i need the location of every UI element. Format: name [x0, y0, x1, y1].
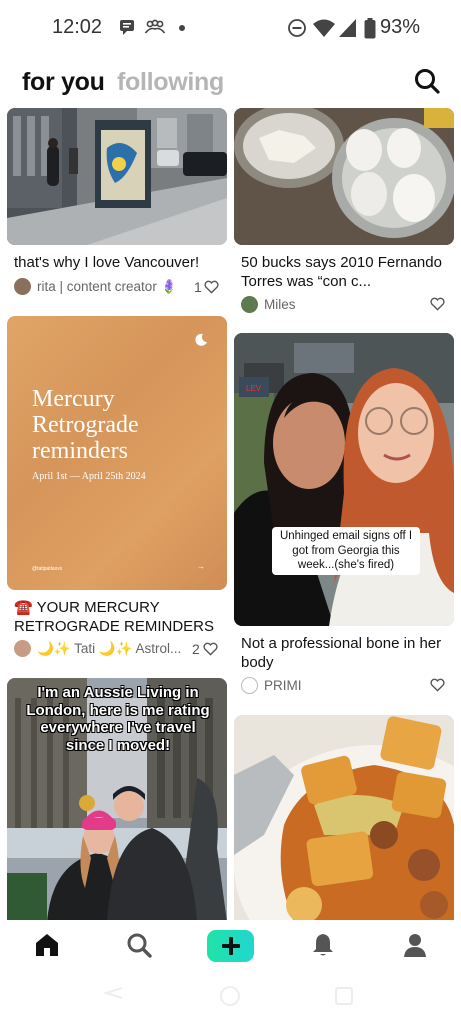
svg-text:LEV: LEV	[246, 384, 262, 393]
post-author[interactable]: PRIMI	[241, 677, 302, 694]
cover-arrow: →	[197, 562, 205, 571]
profile-icon[interactable]	[402, 932, 428, 958]
post-title[interactable]: Not a professional bone in her body	[241, 634, 453, 672]
status-bar: 12:02 93%	[0, 0, 461, 56]
system-nav-buttons-icon	[102, 986, 353, 1006]
post-title[interactable]: 50 bucks says 2010 Fernando Torres was “…	[241, 253, 453, 291]
plus-icon	[221, 937, 240, 955]
post-author[interactable]: rita | content creator 🪻	[14, 278, 177, 295]
avatar	[14, 640, 31, 657]
feed-header: for you following	[0, 60, 461, 106]
heart-icon[interactable]	[203, 642, 218, 656]
do-not-disturb-icon	[288, 19, 306, 37]
cover-title: Mercury Retrograde reminders	[32, 386, 139, 464]
avatar	[241, 677, 258, 694]
cover-handle: @tatipatlaxvs	[32, 566, 63, 572]
like-count: 2	[192, 641, 200, 657]
cellular-signal-icon	[339, 19, 356, 37]
like-count: 1	[194, 279, 202, 295]
wifi-icon	[313, 19, 335, 37]
system-navigation-bar	[0, 976, 461, 1024]
post-thumbnail[interactable]	[7, 108, 227, 245]
post-thumbnail[interactable]: I'm an Aussie Living in London, here is …	[7, 678, 227, 922]
post-author[interactable]: Miles	[241, 296, 296, 313]
post-title[interactable]: that's why I love Vancouver!	[14, 253, 226, 272]
tab-for-you[interactable]: for you	[22, 68, 105, 97]
heart-icon[interactable]	[430, 297, 445, 311]
video-caption: Unhinged email signs off I got from Geor…	[272, 527, 420, 575]
heart-icon[interactable]	[430, 678, 445, 692]
post-thumbnail[interactable]	[234, 715, 454, 922]
bell-icon[interactable]	[311, 932, 335, 958]
post-thumbnail[interactable]: Mercury Retrograde reminders April 1st —…	[7, 316, 227, 590]
search-icon[interactable]	[414, 68, 440, 94]
home-icon[interactable]	[34, 932, 60, 958]
heart-icon[interactable]	[204, 280, 219, 294]
group-notification-icon	[144, 19, 166, 34]
create-post-button[interactable]	[207, 930, 254, 962]
post-author[interactable]: 🌙✨ Tati 🌙✨ Astrol...	[14, 640, 181, 657]
tab-following[interactable]: following	[117, 68, 224, 97]
avatar	[14, 278, 31, 295]
search-icon[interactable]	[126, 932, 152, 958]
cover-dates: April 1st — April 25th 2024	[32, 471, 146, 482]
battery-icon	[364, 18, 376, 39]
bottom-navigation	[0, 920, 461, 976]
battery-percent: 93%	[380, 16, 421, 38]
post-thumbnail[interactable]	[234, 108, 454, 245]
message-notification-icon	[120, 20, 134, 35]
avatar	[241, 296, 258, 313]
post-thumbnail[interactable]: LEV Unhinged email signs off I got from …	[234, 333, 454, 626]
moon-icon	[195, 333, 207, 346]
status-time: 12:02	[52, 16, 103, 38]
more-notifications-dot-icon	[179, 25, 185, 31]
video-overlay-text: I'm an Aussie Living in London, here is …	[26, 684, 210, 754]
